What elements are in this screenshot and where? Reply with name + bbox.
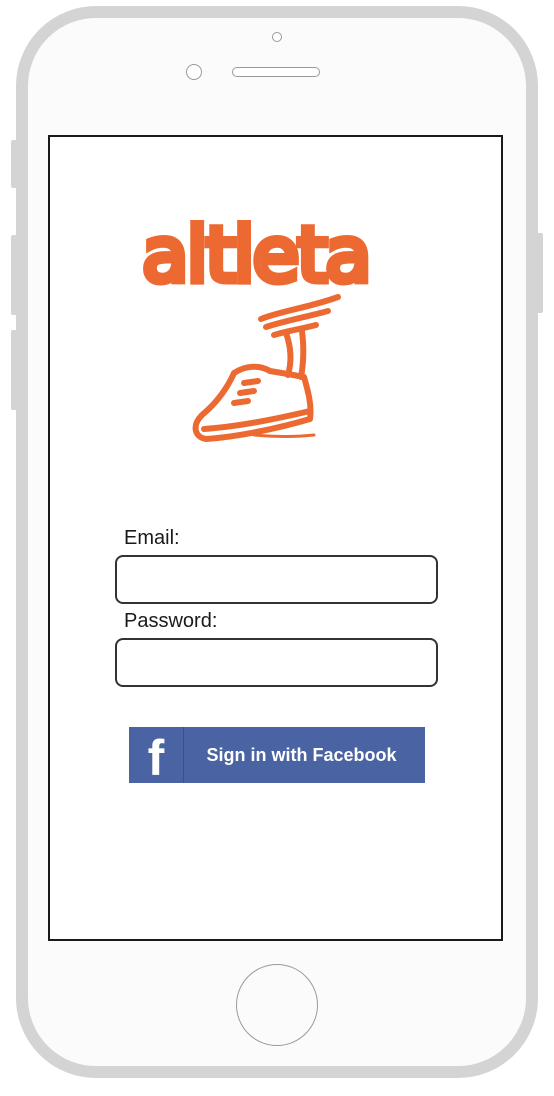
mute-switch [11,140,17,188]
proximity-sensor [186,64,202,80]
facebook-icon: f [129,727,184,783]
email-label: Email: [124,527,180,549]
app-logo: altleta [139,215,375,442]
facebook-signin-button[interactable]: f Sign in with Facebook [129,727,425,783]
facebook-signin-label: Sign in with Facebook [206,744,397,765]
home-button[interactable] [236,964,318,1046]
logo-wordmark: altleta [142,215,370,299]
volume-down-button [11,330,17,410]
earpiece-speaker [232,67,320,77]
password-label: Password: [124,610,218,632]
volume-up-button [11,235,17,315]
front-camera [272,32,282,42]
facebook-icon-glyph: f [147,730,165,783]
email-field[interactable] [115,555,438,604]
password-field[interactable] [115,638,438,687]
winged-shoe-icon [192,294,341,442]
power-button [537,233,543,313]
